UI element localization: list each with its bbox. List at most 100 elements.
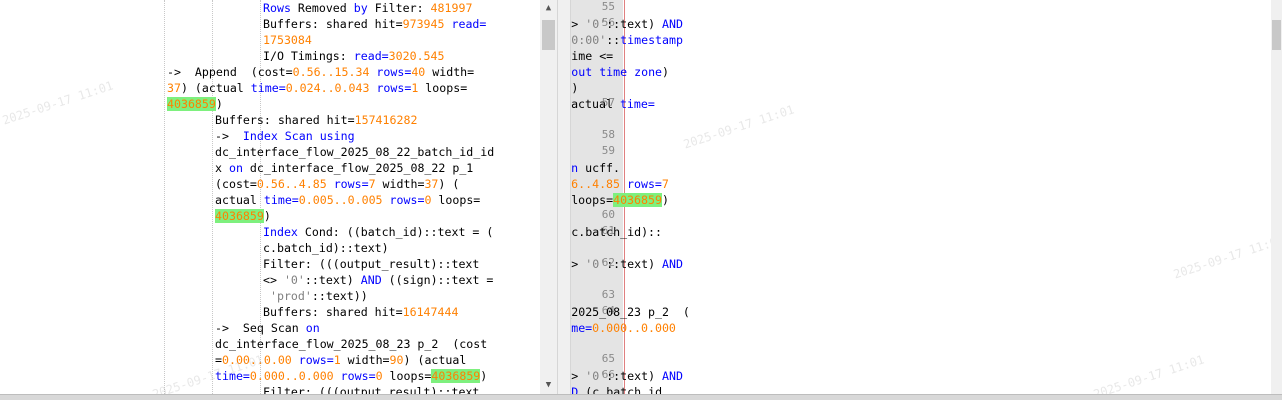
pane-splitter[interactable] [557,0,571,394]
code-token: rows= [376,81,412,95]
left-code-line: 'prod'::text)) [263,288,368,304]
code-token: Buffers: shared hit= [215,113,355,127]
right-code-line: dc_interface_flow_2025_08_22 p_1 (cost=0… [571,176,669,192]
code-token: width= [375,177,425,191]
left-code-line: c.batch_id)::text) [263,240,389,256]
code-token: Filter: [367,1,431,15]
left-editor-pane[interactable]: Rows Removed by Filter: 481997 Buffers: s… [0,0,540,394]
left-code-line: (cost=0.56..4.85 rows=7 width=37) ( [215,176,459,192]
scroll-up-arrow-icon[interactable]: ▲ [540,0,557,17]
code-token: 16147444 [402,305,459,319]
left-code-line: Filter: (((output_result)::text [263,384,479,394]
code-token: I/O Timings: [263,49,354,63]
right-code-line: Filter: (((p_2.output_result)::text <> '… [571,368,683,384]
code-token: 973945 [402,17,445,31]
left-code-line: Buffers: shared hit=157416282 [215,112,417,128]
right-code-line: Index Cond: ((p_1.batch_id)::text = (c.b… [571,224,662,240]
code-token: = [215,353,222,367]
right-vertical-scrollbar[interactable] [1271,0,1282,394]
code-token: '0' [585,257,607,271]
code-token: x [215,161,229,175]
code-token: dc_interface_flow_2025_08_23 p_2 (cost [215,337,488,351]
code-token: (cost= [215,177,257,191]
code-token: '2025-08-28 00:00:00' [571,33,607,47]
search-highlight: 4036859 [613,193,662,207]
watermark-text: 2025-09-17 11:01 [681,102,796,152]
left-code-line: Buffers: shared hit=973945 read= [263,16,486,32]
watermark-text: 2025-09-17 11:01 [1171,232,1271,282]
right-code-line: Filter: (((c_9.output_result)::text <> '… [571,16,683,32]
right-code-line: without time zone) AND (c_9.create_time … [571,48,613,64]
code-token: Filter: (((output_result)::text [263,257,480,271]
code-token: Index [263,225,298,239]
code-token: 7 [661,177,669,191]
code-token: time= [263,193,299,207]
code-token: timestamp [620,33,683,47]
code-token: ) (actual [571,97,613,111]
indent-guide [212,0,214,394]
code-token: read= [353,49,389,63]
code-token: -> Seq Scan [215,321,306,335]
left-code-line: I/O Timings: read=3020.545 [263,48,445,64]
code-token: loops= [418,81,468,95]
code-token: Buffers: shared hit= [263,17,403,31]
code-token: Filter: (((p_2.output_result)::text <> [571,369,579,383]
code-token: 481997 [430,1,473,15]
code-token: c.batch_id)::text) [263,241,389,255]
code-token: width= [425,65,475,79]
search-highlight: 4036859 [431,369,481,383]
left-vertical-scrollbar[interactable]: ▲ ▼ [540,0,557,394]
code-token: 3020.545 [388,49,445,63]
left-code-line: Rows Removed by Filter: 481997 [263,0,472,16]
code-token: actual [215,193,264,207]
scroll-down-arrow-icon[interactable]: ▼ [540,377,557,394]
right-code-line: ((p_2.sign)::text = 'prod'::text) AND (c… [571,384,662,394]
code-token: (c_9.create_time <= [571,49,614,63]
left-code-line: dc_interface_flow_2025_08_22_batch_id_id [215,144,494,160]
line-number: 60 [601,208,615,221]
left-code-line: 1753084 [263,32,312,48]
right-code-line: cost=0.00..0.00 rows=1 width=90) (actual… [571,320,676,336]
code-token: dc_interface_flow_2025_08_22 p_1 [242,161,474,175]
code-token: 0.005..0.005 [298,193,383,207]
code-token: timestamp without time zone [571,65,663,79]
code-token: time= [619,97,655,111]
left-code-line: x on dc_interface_flow_2025_08_22 p_1 [215,160,473,176]
code-token: ::text)) [571,81,579,95]
right-editor-pane[interactable]: 555657585960616263646566 Output: c_9.bat… [571,0,1271,394]
code-token: 0.56..4.85 [571,177,621,191]
horizontal-scrollbar[interactable] [0,394,1282,400]
code-token: Filter: (((c_9.output_result)::text <> [571,17,579,31]
code-token: 0.024..0.043 [285,81,370,95]
code-token: width= [340,353,390,367]
left-code-line: -> Append (cost=0.56..15.34 rows=40 widt… [167,64,474,80]
line-number: 59 [601,144,615,157]
left-code-line: 4036859) [215,208,271,224]
code-token: ) [263,209,271,223]
line-number: 58 [601,128,615,141]
code-token: Filter: (((p_1.output_result)::text <> [571,257,579,271]
code-token: Removed [290,1,354,15]
code-token: ::text) [606,369,663,383]
left-code-line: -> Index Scan using [215,128,355,144]
right-scroll-thumb[interactable] [1272,20,1281,50]
code-token: loops= [382,369,432,383]
right-code-line: '2025-09-05 00:00:00'::timestamp without… [571,64,669,80]
code-token: ucff.dc_interface_flow_2025_08_23 p_2 ( [571,305,690,319]
code-token: on [228,161,243,175]
code-token: ((sign)::text = [381,273,494,287]
right-code-line: width=37) (actual time=0.005..0.005 rows… [571,192,669,208]
left-scroll-thumb[interactable] [542,20,555,50]
code-token: AND [662,369,683,383]
left-code-line: Index Cond: ((batch_id)::text = ( [263,224,493,240]
line-number: 65 [601,352,615,365]
code-token: loops= [571,193,614,207]
line-number: 55 [601,0,615,13]
code-token: 37 [424,177,439,191]
code-token: ::text)) [311,289,368,303]
code-token: read= [451,17,487,31]
code-token: ) [215,97,223,111]
code-token: ) (actual [180,81,251,95]
